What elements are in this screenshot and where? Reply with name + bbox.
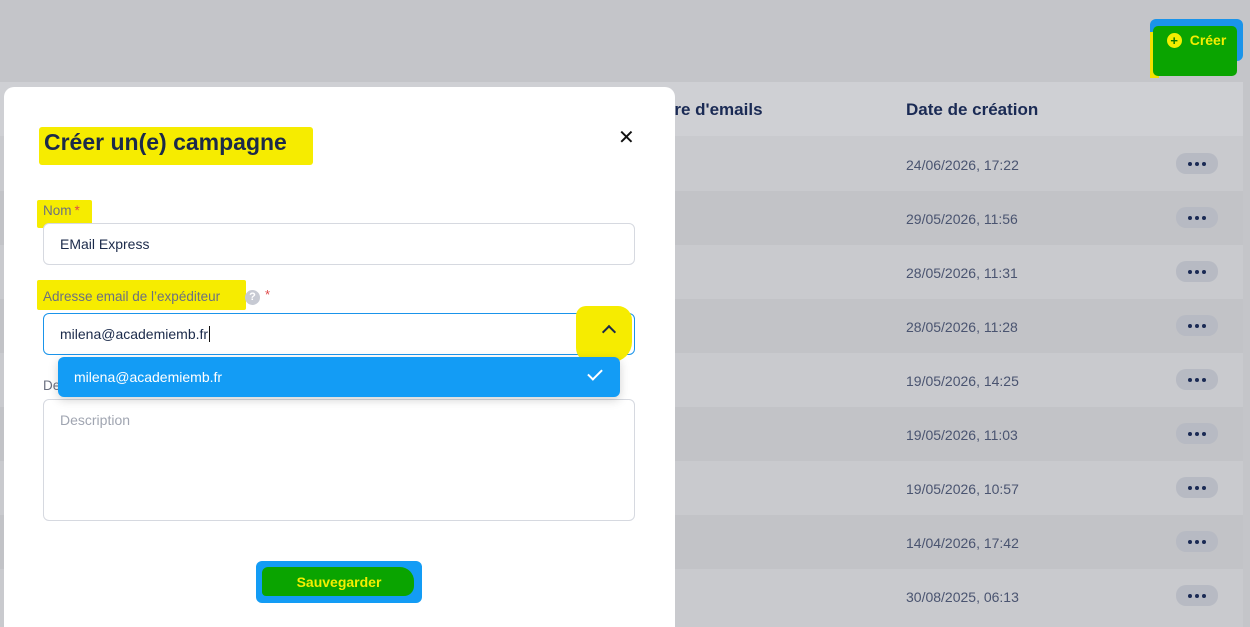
row-date: 14/04/2026, 17:42 xyxy=(906,535,1019,551)
required-mark: * xyxy=(265,287,271,302)
create-button[interactable]: + Créer xyxy=(1150,19,1243,78)
sender-label: Adresse email de l’expéditeur xyxy=(43,289,221,304)
modal-title: Créer un(e) campagne xyxy=(44,129,287,155)
row-date: 19/05/2026, 14:25 xyxy=(906,373,1019,389)
sender-select-value: milena@academiemb.fr xyxy=(60,326,209,342)
row-date: 30/08/2025, 06:13 xyxy=(906,589,1019,605)
row-date: 24/06/2026, 17:22 xyxy=(906,157,1019,173)
save-button-label: Sauvegarder xyxy=(296,574,382,590)
more-options-icon[interactable] xyxy=(1176,477,1218,498)
row-date: 28/05/2026, 11:31 xyxy=(906,265,1018,281)
save-button[interactable]: Sauvegarder xyxy=(256,561,422,603)
text-caret xyxy=(209,326,211,342)
check-icon xyxy=(587,365,603,381)
column-header-emails: bre d'emails xyxy=(664,100,763,119)
name-label: Nom * xyxy=(43,203,80,218)
row-date: 28/05/2026, 11:28 xyxy=(906,319,1018,335)
description-placeholder: Description xyxy=(60,412,131,428)
more-options-icon[interactable] xyxy=(1176,261,1218,282)
more-options-icon[interactable] xyxy=(1176,585,1218,606)
option-label: milena@academiemb.fr xyxy=(74,369,223,385)
name-input[interactable]: EMail Express xyxy=(43,223,635,265)
row-date: 19/05/2026, 10:57 xyxy=(906,481,1019,497)
name-input-value: EMail Express xyxy=(60,236,150,252)
help-icon[interactable]: ? xyxy=(245,290,260,305)
sender-select[interactable]: milena@academiemb.fr xyxy=(43,313,635,355)
create-button-label: Créer xyxy=(1189,32,1227,48)
more-options-icon[interactable] xyxy=(1176,207,1218,228)
column-header-date: Date de création xyxy=(906,100,1039,119)
more-options-icon[interactable] xyxy=(1176,315,1218,336)
row-date: 19/05/2026, 11:03 xyxy=(906,427,1018,443)
more-options-icon[interactable] xyxy=(1176,369,1218,390)
more-options-icon[interactable] xyxy=(1176,423,1218,444)
more-options-icon[interactable] xyxy=(1176,531,1218,552)
more-options-icon[interactable] xyxy=(1176,153,1218,174)
description-textarea[interactable]: Description xyxy=(43,399,635,521)
plus-circle-icon: + xyxy=(1166,32,1182,48)
close-icon[interactable]: ✕ xyxy=(618,125,635,150)
row-date: 29/05/2026, 11:56 xyxy=(906,211,1018,227)
sender-option-selected[interactable]: milena@academiemb.fr xyxy=(58,357,620,397)
create-campaign-modal: Créer un(e) campagne ✕ Nom * EMail Expres… xyxy=(4,87,675,627)
